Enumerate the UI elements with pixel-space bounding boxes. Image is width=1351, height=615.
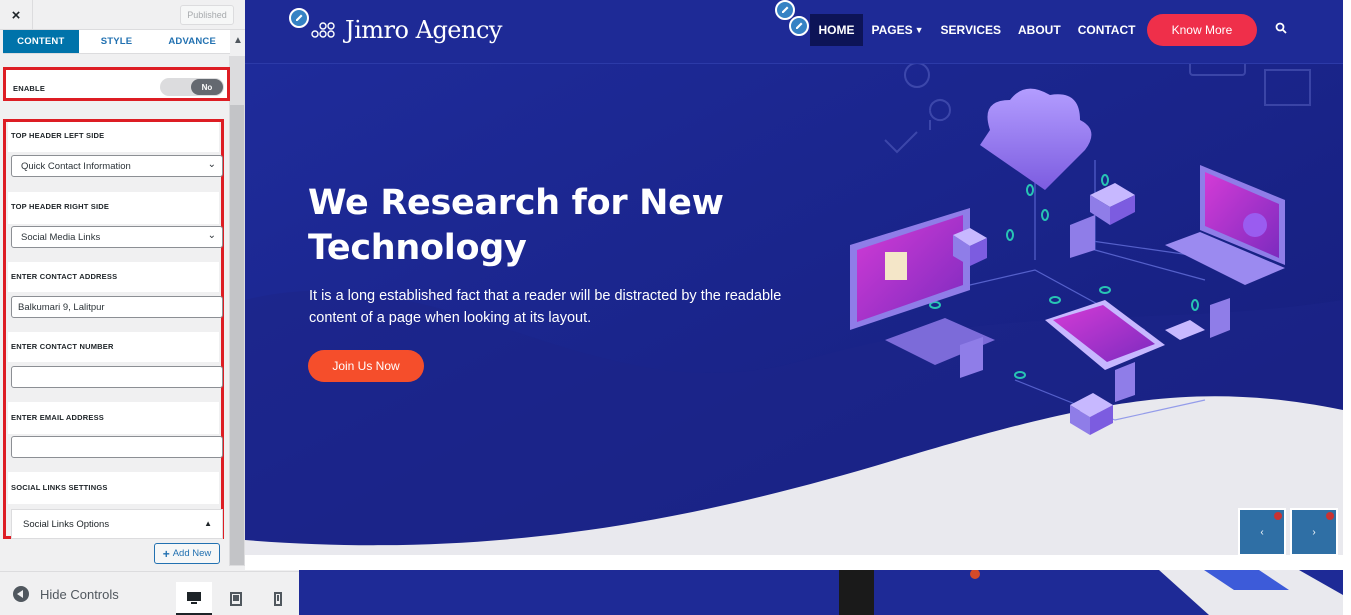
top-header-fields-section: TOP HEADER LEFT SIDE Quick Contact Infor… — [3, 119, 224, 539]
left-side-select[interactable]: Quick Contact Information ⌄ — [11, 155, 223, 177]
logo-dots-icon — [311, 22, 335, 38]
enable-label: ENABLE — [13, 84, 46, 93]
device-desktop-button[interactable] — [176, 582, 212, 615]
tab-advance[interactable]: ADVANCE — [154, 30, 230, 53]
tab-style[interactable]: STYLE — [79, 30, 155, 53]
address-field[interactable]: Balkumari 9, Lalitpur — [11, 296, 223, 318]
hero-title: We Research for New Technology — [308, 183, 724, 268]
device-tablet-button[interactable] — [218, 582, 254, 615]
contact-number-field[interactable] — [11, 366, 223, 388]
chevron-right-icon: › — [1312, 526, 1316, 538]
email-field[interactable] — [11, 436, 223, 458]
nav-services[interactable]: SERVICES — [932, 14, 1009, 46]
nav-pages-label: PAGES — [871, 23, 913, 37]
site-header: Jimro Agency HOME PAGES ▼ SERVICES ABOUT… — [245, 0, 1343, 64]
close-button[interactable]: × — [0, 0, 33, 30]
thumbnail-badge — [1274, 512, 1282, 520]
left-side-select-value: Quick Contact Information — [21, 160, 131, 172]
nav-contact[interactable]: CONTACT — [1069, 14, 1144, 46]
slider-prev-thumbnail[interactable]: ‹ — [1238, 508, 1286, 556]
social-links-label: SOCIAL LINKS SETTINGS — [11, 483, 108, 492]
slider-next-thumbnail[interactable]: › — [1290, 508, 1338, 556]
toggle-value: No — [191, 79, 223, 95]
device-mobile-button[interactable] — [260, 582, 296, 615]
below-fold-art — [839, 569, 1343, 615]
site-preview: Jimro Agency HOME PAGES ▼ SERVICES ABOUT… — [245, 0, 1343, 570]
nav-home[interactable]: HOME — [810, 14, 863, 46]
right-side-label: TOP HEADER RIGHT SIDE — [11, 202, 110, 211]
tab-bar: CONTENT STYLE ADVANCE — [3, 30, 230, 54]
site-logo[interactable]: Jimro Agency — [311, 16, 502, 44]
collapse-sidebar-icon — [13, 586, 29, 602]
hero-description: It is a long established fact that a rea… — [309, 288, 782, 326]
add-new-button[interactable]: + Add New — [154, 543, 220, 564]
thumbnail-badge — [1326, 512, 1334, 520]
chevron-down-icon: ▼ — [914, 25, 924, 35]
published-button[interactable]: Published — [180, 5, 234, 25]
number-label: ENTER CONTACT NUMBER — [11, 342, 114, 351]
mobile-icon — [274, 592, 282, 606]
left-side-label: TOP HEADER LEFT SIDE — [11, 131, 105, 140]
desktop-icon — [187, 591, 201, 604]
chevron-down-icon: ⌄ — [207, 230, 216, 241]
sidebar-footer: Hide Controls — [0, 571, 299, 615]
know-more-button[interactable]: Know More — [1146, 14, 1257, 46]
plus-icon: + — [162, 546, 170, 561]
join-us-button[interactable]: Join Us Now — [308, 350, 424, 382]
chevron-down-icon: ⌄ — [207, 159, 216, 170]
collapse-icon[interactable]: ▲ — [231, 32, 245, 48]
email-label: ENTER EMAIL ADDRESS — [11, 413, 104, 422]
chevron-left-icon: ‹ — [1260, 526, 1264, 538]
address-label: ENTER CONTACT ADDRESS — [11, 272, 118, 281]
enable-toggle[interactable]: No — [160, 78, 224, 96]
hide-controls-label: Hide Controls — [40, 586, 119, 602]
edit-pencil-icon[interactable] — [789, 16, 809, 36]
right-side-select-value: Social Media Links — [21, 231, 101, 243]
preview-below-fold — [299, 569, 1343, 615]
tablet-icon — [230, 592, 242, 606]
add-new-label: Add New — [172, 548, 212, 559]
social-links-options-label: Social Links Options — [23, 518, 110, 530]
hide-controls-button[interactable]: Hide Controls — [13, 586, 119, 602]
search-icon[interactable] — [1275, 21, 1287, 39]
nav-about[interactable]: ABOUT — [1010, 14, 1070, 46]
social-links-options-toggle[interactable]: Social Links Options ▲ — [11, 509, 223, 539]
logo-text: Jimro Agency — [345, 16, 502, 44]
nav-pages[interactable]: PAGES ▼ — [863, 14, 932, 46]
caret-up-icon: ▲ — [204, 519, 212, 528]
window-edge — [1343, 0, 1351, 615]
right-side-select[interactable]: Social Media Links ⌄ — [11, 226, 223, 248]
scrollbar-thumb[interactable] — [230, 105, 244, 565]
edit-pencil-icon[interactable] — [289, 8, 309, 28]
main-nav: HOME PAGES ▼ SERVICES ABOUT CONTACT Know… — [810, 14, 1287, 46]
tab-content[interactable]: CONTENT — [3, 30, 79, 53]
enable-section: ENABLE No — [3, 67, 230, 101]
